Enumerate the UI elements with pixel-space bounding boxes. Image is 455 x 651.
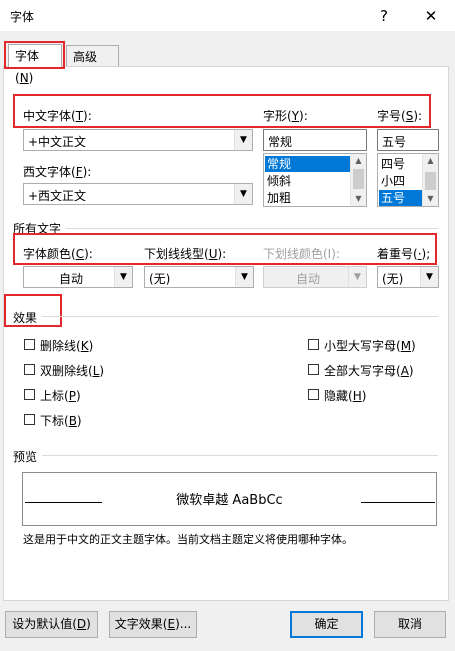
underline-type-combo[interactable]: (无) ▼ — [144, 266, 254, 288]
strikethrough-checkbox[interactable] — [24, 339, 35, 350]
list-item[interactable]: 加粗 — [265, 190, 291, 206]
preview-sample-text: 微软卓越 AaBbCc — [176, 493, 283, 508]
scroll-thumb[interactable] — [425, 172, 436, 190]
emphasis-mark-label: 着重号(·); — [377, 247, 431, 261]
small-caps-label[interactable]: 小型大写字母(M) — [324, 337, 416, 354]
scroll-thumb[interactable] — [353, 169, 364, 189]
effects-group-label: 效果 — [13, 311, 38, 325]
western-font-label: 西文字体(F): — [23, 165, 92, 179]
window-title: 字体 — [10, 10, 35, 24]
strikethrough-label[interactable]: 删除线(K) — [40, 337, 93, 354]
divider — [66, 228, 438, 229]
help-button[interactable]: ? — [374, 6, 394, 26]
underline-color-combo: 自动 ▼ — [263, 266, 367, 288]
scrollbar[interactable]: ▲ ▼ — [350, 154, 366, 206]
title-bar: 字体 ? ✕ — [0, 0, 455, 31]
scroll-up-icon[interactable]: ▲ — [423, 154, 438, 168]
emphasis-mark-combo[interactable]: (无) ▼ — [377, 266, 439, 288]
cancel-button[interactable]: 取消 — [374, 611, 446, 638]
scroll-down-icon[interactable]: ▼ — [423, 192, 438, 206]
divider — [42, 316, 438, 317]
subscript-label[interactable]: 下标(B) — [40, 412, 82, 429]
list-item[interactable]: 倾斜 — [265, 173, 291, 189]
double-strikethrough-checkbox[interactable] — [24, 364, 35, 375]
set-default-button[interactable]: 设为默认值(D) — [5, 611, 98, 638]
font-style-input[interactable]: 常规 — [263, 129, 367, 151]
western-font-combo[interactable]: +西文正文 ▼ — [23, 183, 253, 205]
double-strikethrough-label[interactable]: 双删除线(L) — [40, 362, 104, 379]
ok-button[interactable]: 确定 — [290, 611, 363, 638]
chevron-down-icon[interactable]: ▼ — [420, 267, 438, 287]
list-item[interactable]: 五号 — [379, 190, 422, 206]
scroll-up-icon[interactable]: ▲ — [351, 154, 366, 168]
list-item[interactable]: 四号 — [379, 156, 405, 172]
subscript-checkbox[interactable] — [24, 414, 35, 425]
text-effects-button[interactable]: 文字效果(E)... — [109, 611, 197, 638]
close-button[interactable]: ✕ — [421, 6, 441, 26]
font-size-list[interactable]: 四号 小四 五号 ▲ ▼ — [377, 153, 439, 207]
chevron-down-icon: ▼ — [348, 267, 366, 287]
font-size-label: 字号(S): — [377, 109, 423, 123]
font-color-combo[interactable]: 自动 ▼ — [23, 266, 133, 288]
tab-advanced[interactable]: 高级(V) — [66, 45, 119, 86]
underline-color-label: 下划线颜色(I): — [263, 247, 340, 261]
divider — [42, 455, 438, 456]
scrollbar[interactable]: ▲ ▼ — [422, 154, 438, 206]
chevron-down-icon[interactable]: ▼ — [234, 184, 252, 204]
hidden-checkbox[interactable] — [308, 389, 319, 400]
font-size-input[interactable]: 五号 — [377, 129, 439, 151]
preview-description: 这是用于中文的正文主题字体。当前文档主题定义将使用哪种字体。 — [23, 533, 353, 546]
chevron-down-icon[interactable]: ▼ — [234, 130, 252, 150]
small-caps-checkbox[interactable] — [308, 339, 319, 350]
font-color-label: 字体颜色(C): — [23, 247, 93, 261]
list-item[interactable]: 常规 — [265, 156, 350, 172]
tab-highlight — [4, 41, 65, 69]
all-caps-checkbox[interactable] — [308, 364, 319, 375]
hidden-label[interactable]: 隐藏(H) — [324, 387, 366, 404]
superscript-checkbox[interactable] — [24, 389, 35, 400]
chevron-down-icon[interactable]: ▼ — [114, 267, 132, 287]
all-caps-label[interactable]: 全部大写字母(A) — [324, 362, 414, 379]
preview-box: 微软卓越 AaBbCc — [22, 472, 437, 526]
font-style-label: 字形(Y): — [263, 109, 308, 123]
superscript-label[interactable]: 上标(P) — [40, 387, 81, 404]
font-style-list[interactable]: 常规 倾斜 加粗 ▲ ▼ — [263, 153, 367, 207]
preview-group-label: 预览 — [13, 450, 38, 464]
scroll-down-icon[interactable]: ▼ — [351, 192, 366, 206]
chevron-down-icon[interactable]: ▼ — [235, 267, 253, 287]
underline-type-label: 下划线线型(U): — [144, 247, 227, 261]
chinese-font-value: +中文正文 — [28, 135, 87, 149]
chinese-font-label: 中文字体(T): — [23, 109, 92, 123]
chinese-font-combo[interactable]: +中文正文 ▼ — [23, 129, 253, 151]
list-item[interactable]: 小四 — [379, 173, 405, 189]
